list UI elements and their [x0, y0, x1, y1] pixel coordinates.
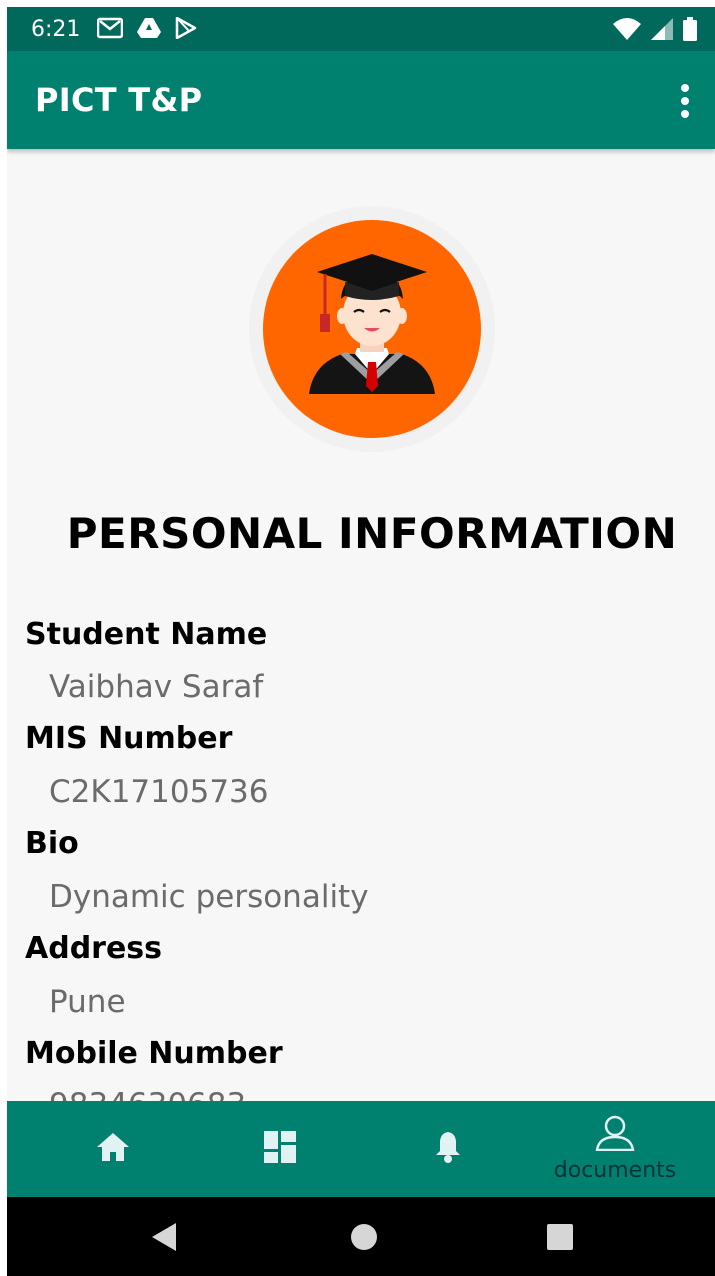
bio-label: Bio — [25, 826, 79, 861]
person-icon — [594, 1115, 636, 1156]
app-title: PICT T&P — [35, 81, 203, 119]
nav-dashboard[interactable] — [195, 1101, 365, 1197]
mis-number-value: C2K17105736 — [49, 774, 269, 810]
profile-content: PERSONAL INFORMATION Student Name Vaibha… — [7, 149, 715, 1101]
mobile-number-label: Mobile Number — [25, 1036, 283, 1071]
nav-notifications[interactable] — [363, 1101, 533, 1197]
mobile-number-value: 9834630683 — [49, 1087, 246, 1101]
status-bar: 6:21 — [7, 7, 715, 51]
signal-icon — [651, 18, 673, 45]
app-bar: PICT T&P — [7, 51, 715, 149]
bio-value: Dynamic personality — [49, 879, 369, 915]
drive-icon — [137, 17, 161, 44]
nav-documents-label: documents — [553, 1158, 677, 1183]
student-name-value: Vaibhav Saraf — [49, 669, 264, 705]
student-name-label: Student Name — [25, 617, 268, 652]
app-screen: 6:21 PICT T&P PERSONAL INFORMATION Stude… — [7, 7, 715, 1276]
section-title: PERSONAL INFORMATION — [66, 509, 678, 558]
dashboard-icon — [264, 1130, 296, 1168]
home-circle-icon[interactable] — [344, 1217, 384, 1257]
graduate-avatar-icon — [247, 204, 497, 454]
status-time: 6:21 — [31, 17, 81, 42]
wifi-icon — [613, 18, 641, 45]
mis-number-label: MIS Number — [25, 721, 233, 756]
status-notification-icons — [96, 16, 197, 44]
home-icon — [96, 1132, 130, 1167]
recents-icon[interactable] — [540, 1217, 580, 1257]
bell-icon — [433, 1130, 463, 1169]
bottom-navigation: documents — [7, 1101, 715, 1197]
status-system-icons — [613, 17, 697, 46]
nav-documents[interactable]: documents — [530, 1101, 700, 1197]
system-navigation-bar — [7, 1197, 715, 1276]
play-store-icon — [175, 16, 197, 44]
back-icon[interactable] — [144, 1217, 184, 1257]
battery-icon — [683, 17, 697, 46]
nav-home[interactable] — [28, 1101, 198, 1197]
more-vert-icon[interactable] — [673, 83, 697, 119]
gmail-icon — [96, 17, 124, 44]
address-label: Address — [25, 931, 163, 966]
address-value: Pune — [49, 984, 126, 1020]
